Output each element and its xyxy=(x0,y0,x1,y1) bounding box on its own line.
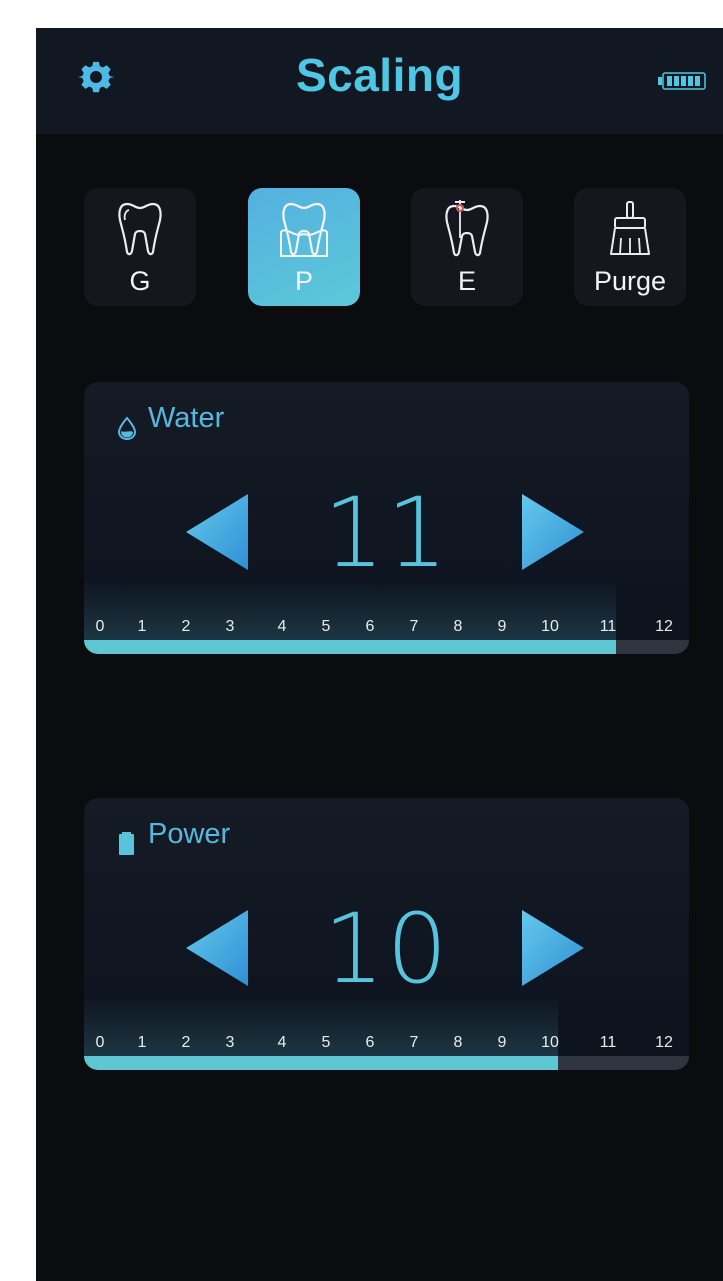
page-title: Scaling xyxy=(295,49,464,101)
scale-tick: 9 xyxy=(497,1034,507,1051)
tooth-root-file-icon xyxy=(445,200,489,257)
scale-tick: 4 xyxy=(277,618,287,635)
battery-icon xyxy=(658,72,706,90)
mode-button-e[interactable]: E xyxy=(411,188,523,306)
mode-label: E xyxy=(457,266,476,296)
scale-tick: 5 xyxy=(321,618,331,635)
mode-button-p[interactable]: P xyxy=(248,188,360,306)
scale-tick: 10 xyxy=(541,1034,559,1051)
power-increase-button[interactable] xyxy=(522,910,584,986)
scale-tick: 6 xyxy=(365,1034,375,1051)
power-value: 10 xyxy=(323,893,450,1005)
scale-tick: 4 xyxy=(277,1034,287,1051)
scale-tick: 0 xyxy=(95,1034,105,1051)
scale-tick: 1 xyxy=(137,618,147,635)
scale-tick: 2 xyxy=(181,1034,191,1051)
scale-tick: 12 xyxy=(655,1034,673,1051)
water-slider-fill xyxy=(84,640,616,654)
mode-label: P xyxy=(294,266,313,296)
power-label: Power xyxy=(148,818,231,850)
power-slider-track[interactable] xyxy=(84,1056,689,1070)
tooth-gum-icon xyxy=(280,202,328,257)
scale-tick: 1 xyxy=(137,1034,147,1051)
water-slider-track[interactable] xyxy=(84,640,689,654)
power-scale: 0 1 2 3 4 5 6 7 8 9 10 11 12 xyxy=(84,1034,689,1054)
scale-tick: 7 xyxy=(409,1034,419,1051)
scale-tick: 12 xyxy=(655,618,673,635)
header-bar: Scaling xyxy=(36,28,723,134)
tooth-icon xyxy=(118,202,162,256)
mode-button-g[interactable]: G xyxy=(84,188,196,306)
scale-tick: 8 xyxy=(453,1034,463,1051)
mode-label: Purge xyxy=(593,266,667,296)
water-scale: 0 1 2 3 4 5 6 7 8 9 10 11 12 xyxy=(84,618,689,638)
scale-tick: 7 xyxy=(409,618,419,635)
scale-tick: 11 xyxy=(599,618,617,635)
scale-tick: 10 xyxy=(541,618,559,635)
scale-tick: 6 xyxy=(365,618,375,635)
scale-tick: 9 xyxy=(497,618,507,635)
water-label: Water xyxy=(148,402,225,434)
scale-tick: 3 xyxy=(225,618,235,635)
water-panel: Water 11 0 1 2 3 4 5 6 7 8 9 10 11 12 xyxy=(84,382,689,654)
water-value: 11 xyxy=(323,477,450,589)
mode-label: G xyxy=(129,266,151,296)
app-screen: Scaling G P E Purge Water 11 0 1 2 3 4 5… xyxy=(36,28,723,1281)
scale-tick: 0 xyxy=(95,618,105,635)
scale-tick: 8 xyxy=(453,618,463,635)
mode-button-purge[interactable]: Purge xyxy=(574,188,686,306)
water-increase-button[interactable] xyxy=(522,494,584,570)
brush-icon xyxy=(610,201,650,255)
power-slider-fill xyxy=(84,1056,558,1070)
scale-tick: 2 xyxy=(181,618,191,635)
scale-tick: 3 xyxy=(225,1034,235,1051)
water-drop-icon xyxy=(117,416,137,440)
battery-level-icon xyxy=(119,832,134,855)
scale-tick: 11 xyxy=(599,1034,617,1051)
power-panel: Power 10 0 1 2 3 4 5 6 7 8 9 10 11 12 xyxy=(84,798,689,1070)
scale-tick: 5 xyxy=(321,1034,331,1051)
